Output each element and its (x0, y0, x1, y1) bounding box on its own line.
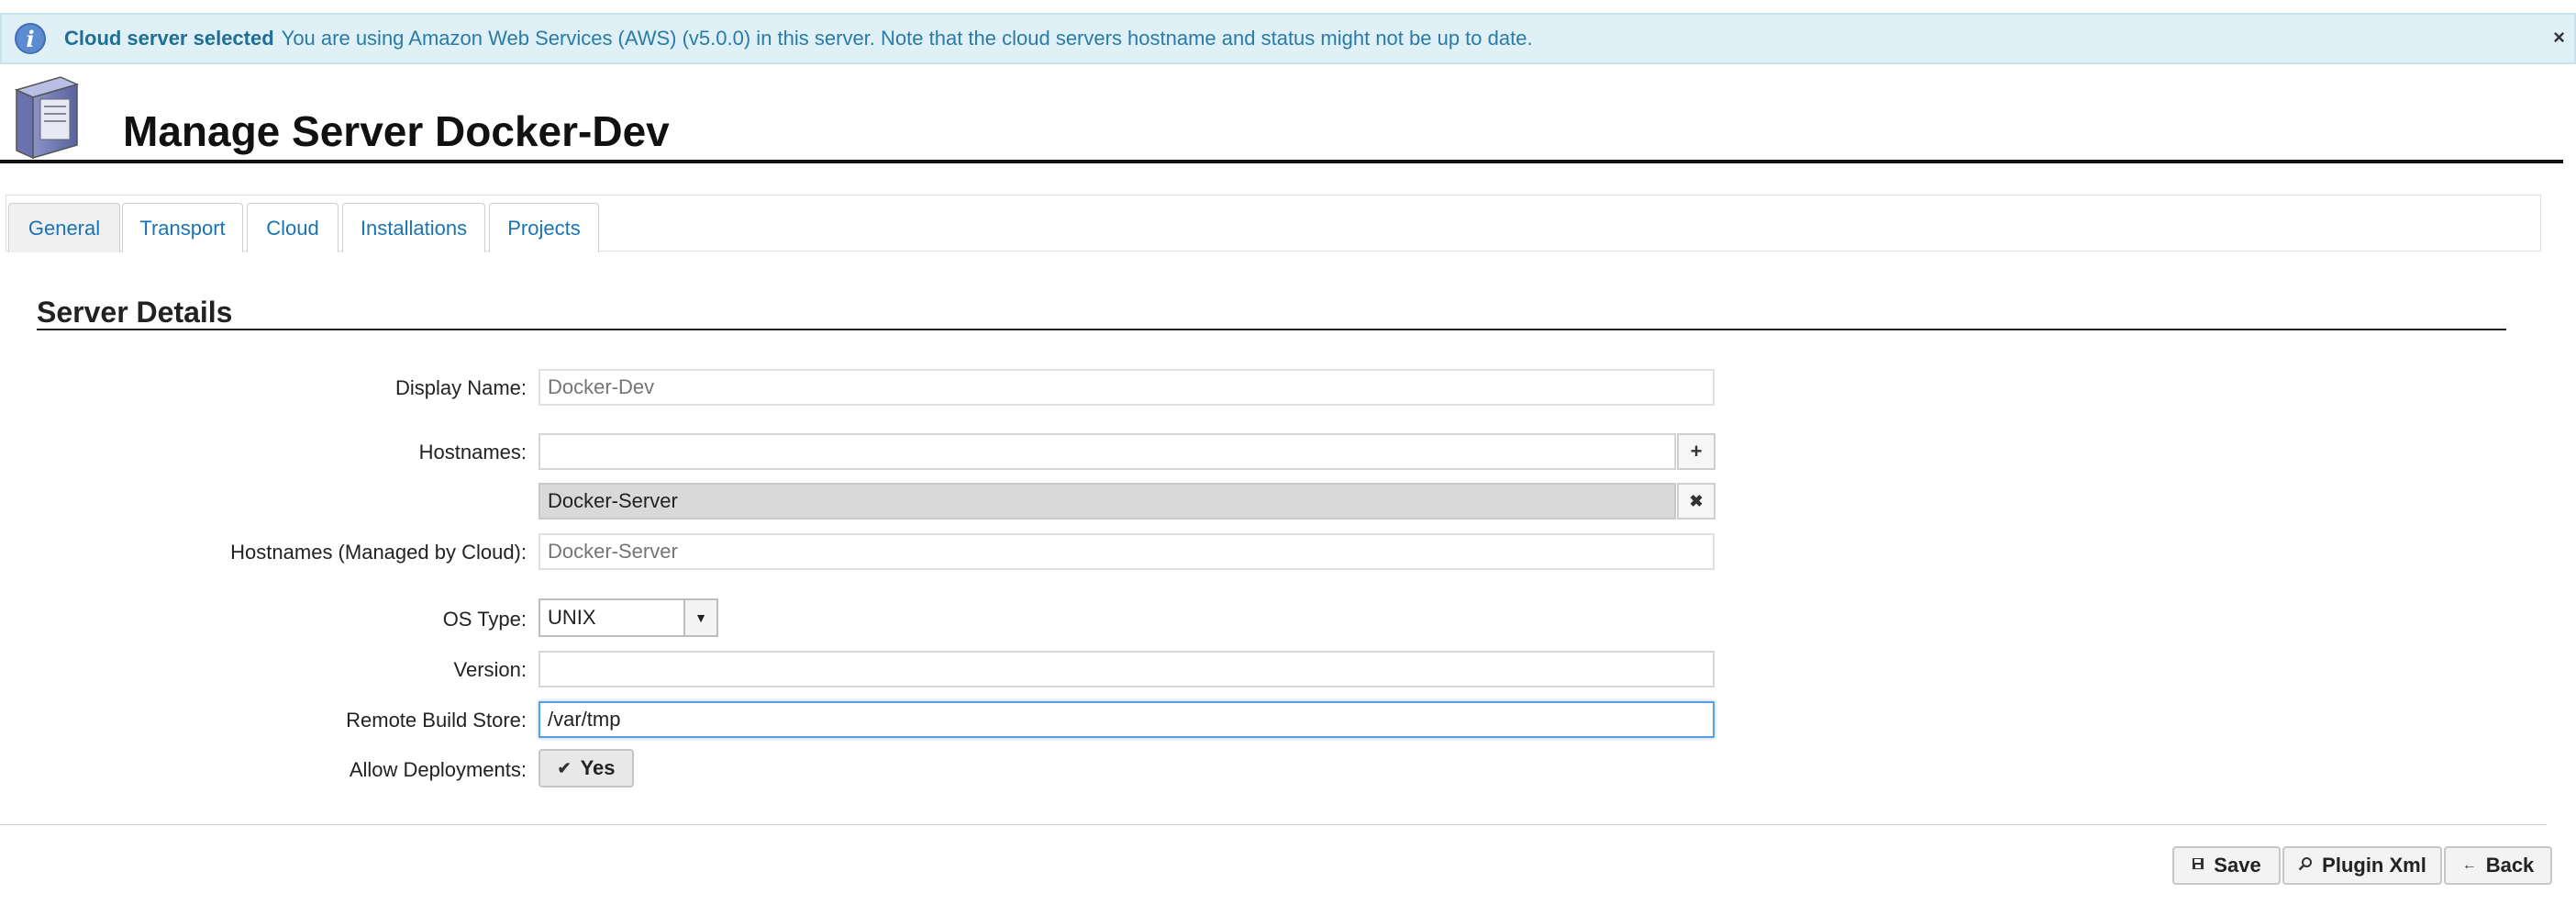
section-divider (37, 329, 2506, 330)
display-name-field[interactable] (539, 369, 1715, 406)
save-label: Save (2214, 854, 2261, 877)
hostname-entry: Docker-Server (539, 483, 1676, 520)
checkmark-icon: ✔ (557, 758, 572, 777)
title-divider (0, 160, 2563, 163)
tab-bar: General Transport Cloud Installations Pr… (6, 195, 2541, 252)
plugin-xml-button[interactable]: Plugin Xml (2282, 846, 2442, 885)
page-title: Manage Server Docker-Dev (123, 107, 670, 155)
tab-general[interactable]: General (8, 203, 120, 252)
info-icon: i (15, 23, 46, 54)
managed-hostnames-field[interactable] (539, 533, 1715, 570)
cloud-info-banner: i Cloud server selected You are using Am… (0, 13, 2576, 64)
os-type-label: OS Type: (442, 608, 527, 631)
remote-build-store-label: Remote Build Store: (346, 709, 527, 732)
os-type-select[interactable]: UNIX ▼ (539, 598, 718, 637)
save-button[interactable]: Save (2172, 846, 2281, 885)
os-type-value: UNIX (548, 606, 596, 629)
tab-projects[interactable]: Projects (489, 203, 599, 252)
allow-deployments-value: Yes (580, 756, 616, 779)
footer-divider (0, 824, 2547, 825)
hostname-input[interactable] (539, 433, 1676, 470)
plugin-xml-label: Plugin Xml (2322, 854, 2426, 877)
banner-message: You are using Amazon Web Services (AWS) … (281, 27, 1533, 50)
version-label: Version: (453, 658, 527, 681)
arrow-left-icon: ← (2461, 857, 2477, 873)
save-icon (2192, 857, 2204, 875)
section-title: Server Details (37, 296, 233, 329)
managed-hostnames-label: Hostnames (Managed by Cloud): (230, 541, 527, 564)
add-hostname-button[interactable]: + (1677, 433, 1715, 470)
banner-title: Cloud server selected (64, 27, 274, 50)
chevron-down-icon[interactable]: ▼ (683, 600, 716, 635)
allow-deployments-toggle[interactable]: ✔ Yes (539, 749, 634, 788)
back-button[interactable]: ← Back (2444, 846, 2552, 885)
tab-transport[interactable]: Transport (122, 203, 243, 252)
allow-deployments-label: Allow Deployments: (349, 758, 527, 781)
tab-cloud[interactable]: Cloud (247, 203, 339, 252)
search-icon (2298, 856, 2313, 876)
display-name-label: Display Name: (394, 376, 527, 399)
remove-hostname-button[interactable]: ✖ (1677, 483, 1715, 520)
remote-build-store-field[interactable] (539, 701, 1715, 738)
close-icon[interactable]: × (2553, 26, 2565, 50)
back-label: Back (2485, 854, 2535, 877)
server-icon (14, 76, 80, 160)
tab-installations[interactable]: Installations (342, 203, 485, 252)
hostnames-label: Hostnames: (418, 441, 527, 464)
version-field[interactable] (539, 651, 1715, 687)
